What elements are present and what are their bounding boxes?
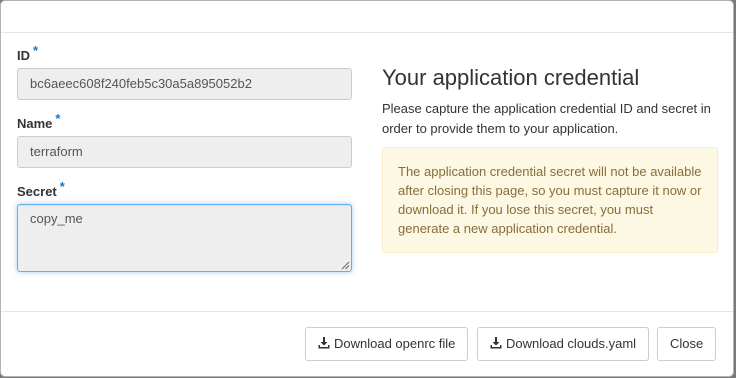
secret-required-mark: *	[59, 179, 65, 194]
download-icon	[490, 337, 502, 349]
id-field[interactable]: bc6aeec608f240feb5c30a5a895052b2	[17, 68, 352, 100]
name-field[interactable]: terraform	[17, 136, 352, 168]
download-clouds-yaml-label: Download clouds.yaml	[506, 336, 637, 351]
secret-value: copy_me	[30, 211, 83, 226]
download-openrc-label: Download openrc file	[334, 336, 456, 351]
download-icon	[318, 337, 330, 349]
warning-alert: The application credential secret will n…	[382, 147, 718, 253]
id-group: ID * bc6aeec608f240feb5c30a5a895052b2	[17, 43, 353, 100]
credential-form: ID * bc6aeec608f240feb5c30a5a895052b2 Nam…	[17, 43, 353, 283]
secret-group: Secret * copy_me	[17, 179, 353, 272]
name-group: Name * terraform	[17, 111, 353, 168]
modal-body: ID * bc6aeec608f240feb5c30a5a895052b2 Nam…	[1, 33, 733, 312]
id-required-mark: *	[33, 43, 39, 58]
info-heading: Your application credential	[382, 65, 640, 90]
credential-modal: ID * bc6aeec608f240feb5c30a5a895052b2 Nam…	[0, 0, 734, 377]
id-label: ID *	[17, 43, 39, 63]
info-description: Please capture the application credentia…	[382, 101, 711, 136]
modal-header	[1, 1, 733, 33]
download-openrc-button[interactable]: Download openrc file	[305, 327, 469, 361]
name-required-mark: *	[55, 111, 61, 126]
secret-label: Secret *	[17, 179, 65, 199]
download-clouds-yaml-button[interactable]: Download clouds.yaml	[477, 327, 650, 361]
resize-grip-icon[interactable]	[341, 261, 350, 270]
modal-footer: Download openrc file Download clouds.yam…	[1, 311, 733, 376]
secret-textarea[interactable]: copy_me	[17, 204, 352, 272]
close-button[interactable]: Close	[657, 327, 717, 361]
name-label: Name *	[17, 111, 61, 131]
credential-info: Your application credential Please captu…	[382, 65, 718, 253]
